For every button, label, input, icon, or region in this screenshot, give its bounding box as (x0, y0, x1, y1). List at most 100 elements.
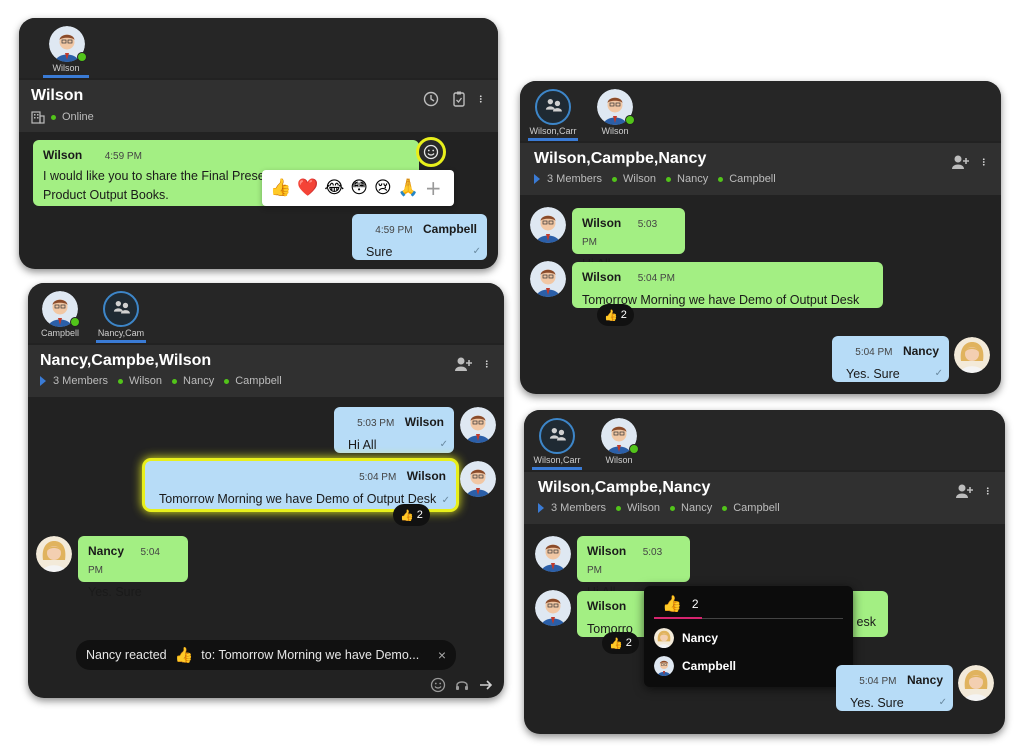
close-icon[interactable]: × (438, 647, 446, 663)
sender-name: Wilson (43, 148, 83, 162)
chat-header: Wilson Online (19, 80, 498, 132)
group-icon (113, 301, 130, 314)
message-bubble-incoming[interactable]: Nancy 5:04 PM Yes. Sure (78, 536, 188, 599)
chat-title: Wilson,Campbe,Nancy (534, 150, 707, 167)
thumbs-up-emoji: 👍 (174, 647, 194, 664)
message-bubble-outgoing[interactable]: 4:59 PM Campbell Sure ✓ (352, 214, 487, 260)
conversation-tabs: Wilson (19, 18, 498, 78)
message-time: 5:04 PM (359, 472, 397, 483)
popup-header: 👍 2 (662, 594, 699, 614)
thumbs-up-emoji[interactable]: 👍 (270, 179, 291, 197)
building-icon (31, 111, 45, 124)
reaction-user-name: Nancy (682, 631, 719, 645)
notification-text: to: Tomorrow Morning we have Demo... (201, 648, 420, 662)
more-emoji-button[interactable]: + (425, 176, 442, 200)
add-reaction-button[interactable] (416, 137, 446, 167)
message-time: 5:04 PM (855, 347, 893, 358)
sender-name: Nancy (906, 673, 943, 687)
expand-members-icon[interactable] (538, 503, 544, 513)
message-text: Sure (366, 245, 393, 259)
online-dot (224, 378, 230, 384)
thumbs-up-emoji: 👍 (400, 509, 414, 522)
tab-label: Wilson,Carr (533, 455, 581, 465)
sender-name: Wilson (404, 415, 444, 429)
message-bubble-outgoing-highlighted[interactable]: 5:04 PM Wilson Tomorrow Morning we have … (145, 461, 456, 509)
member-list: 3 Members Wilson Nancy Campbell (534, 173, 776, 185)
reaction-count-chip[interactable]: 👍 2 (597, 304, 634, 326)
chat-panel-wilson: Wilson Wilson Online Wilson 4:59 PM I wo… (19, 18, 498, 269)
add-member-icon[interactable] (454, 355, 474, 373)
expand-members-icon[interactable] (40, 376, 46, 386)
message-bubble-outgoing[interactable]: 5:04 PM Nancy Yes. Sure ✓ (836, 665, 953, 711)
message-bubble-incoming[interactable]: Wilson 5:03 PM Hi All (572, 208, 685, 271)
chat-header: Nancy,Campbe,Wilson 3 Members Wilson Nan… (28, 345, 504, 397)
message-bubble-incoming[interactable]: Wilson 5:04 PM Tomorrow Morning we have … (572, 262, 883, 308)
laughing-emoji[interactable]: 😂 (324, 179, 344, 197)
add-member-icon[interactable] (955, 482, 975, 500)
online-dot (612, 176, 618, 182)
send-arrow-icon[interactable] (478, 677, 494, 693)
surprised-emoji[interactable]: 😳 (350, 179, 368, 197)
tab-label: Campbell (40, 328, 80, 338)
tab-wilson[interactable]: Wilson (590, 410, 648, 470)
member-name: Campbell (235, 375, 282, 387)
sender-name: Campbell (422, 222, 477, 236)
avatar (654, 628, 674, 648)
sender-avatar (460, 461, 496, 497)
online-dot (670, 505, 676, 511)
sender-name: Nancy (88, 544, 125, 558)
tab-group-chat[interactable]: Nancy,Cam (92, 283, 150, 343)
message-bubble-outgoing[interactable]: 5:03 PM Wilson Hi All ✓ (334, 407, 454, 453)
reaction-user-campbell[interactable]: Campbell (654, 656, 736, 676)
more-options-icon[interactable] (478, 90, 488, 108)
read-check-icon: ✓ (441, 495, 450, 506)
message-text: Yes. Sure (88, 585, 142, 599)
chat-panel-group-reactions: Wilson,Carr Wilson Wilson,Campbe,Nancy 3… (524, 410, 1005, 734)
tab-label: Wilson,Carr (529, 126, 577, 136)
message-time: 5:03 PM (357, 418, 395, 429)
online-status-dot (629, 444, 639, 454)
smiley-icon (423, 144, 439, 160)
sad-emoji[interactable]: 😢 (374, 179, 392, 197)
reaction-count-chip[interactable]: 👍 2 (393, 504, 430, 526)
pray-emoji[interactable]: 🙏 (398, 179, 419, 197)
heart-emoji[interactable]: ❤️ (297, 179, 318, 197)
active-tab-indicator (96, 340, 146, 343)
tab-wilson[interactable]: Wilson (39, 18, 93, 78)
member-name: Nancy (677, 173, 709, 185)
active-tab-indicator (43, 75, 89, 78)
add-member-icon[interactable] (951, 153, 971, 171)
emoji-reaction-picker: 👍 ❤️ 😂 😳 😢 🙏 + (262, 170, 454, 206)
tab-group-chat[interactable]: Wilson,Carr (528, 410, 586, 470)
notification-prefix: Nancy reacted (86, 648, 167, 662)
tab-campbell[interactable]: Campbell (32, 283, 88, 343)
tab-wilson[interactable]: Wilson (586, 81, 644, 141)
message-bubble-incoming[interactable]: Wilson 5:03 PM Hi All (577, 536, 690, 599)
message-bubble-outgoing[interactable]: 5:04 PM Nancy Yes. Sure ✓ (832, 336, 949, 382)
active-tab-indicator (528, 138, 578, 141)
expand-members-icon[interactable] (534, 174, 540, 184)
online-dot (118, 378, 124, 384)
more-options-icon[interactable] (981, 153, 991, 171)
online-dot (616, 505, 622, 511)
member-name: Campbell (733, 502, 780, 514)
history-clock-icon[interactable] (422, 90, 440, 108)
message-text: Yes. Sure (850, 696, 904, 710)
sender-name: Nancy (902, 344, 939, 358)
clipboard-icon[interactable] (450, 90, 468, 108)
chat-title: Wilson (31, 87, 84, 104)
more-options-icon[interactable] (985, 482, 995, 500)
more-options-icon[interactable] (484, 355, 494, 373)
online-status-dot (70, 317, 80, 327)
member-count: 3 Members (547, 173, 603, 185)
reaction-user-nancy[interactable]: Nancy (654, 628, 718, 648)
headset-icon[interactable] (454, 677, 470, 693)
sender-avatar (535, 590, 571, 626)
emoji-icon[interactable] (430, 677, 446, 693)
message-time: 5:04 PM (859, 676, 897, 687)
reaction-count: 2 (691, 597, 699, 611)
reaction-notification[interactable]: Nancy reacted 👍 to: Tomorrow Morning we … (76, 640, 456, 670)
header-actions (422, 90, 488, 108)
tab-group-chat[interactable]: Wilson,Carr (524, 81, 582, 141)
reaction-count-chip[interactable]: 👍 2 (602, 632, 639, 654)
